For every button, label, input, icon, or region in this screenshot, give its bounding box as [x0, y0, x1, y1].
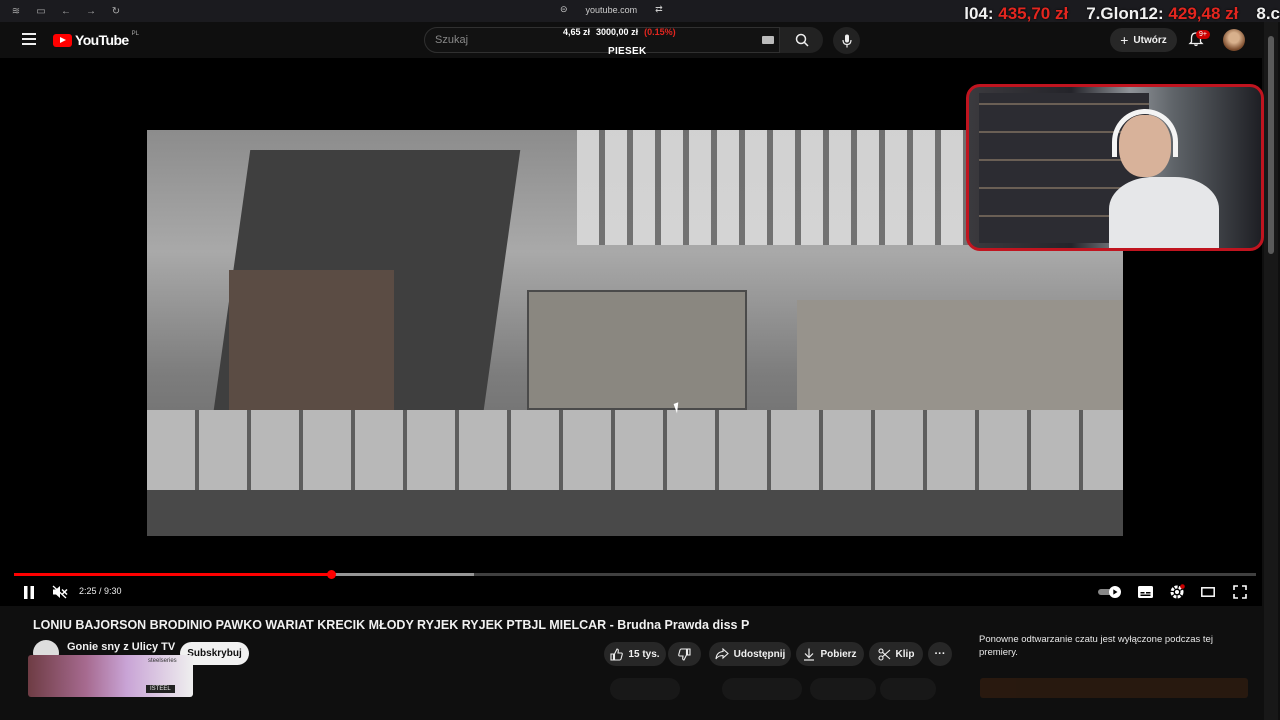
stream-overlay-ticker: l04: 435,70 zł 7.Glon12: 429,48 zł 8.c [964, 4, 1280, 24]
create-label: Utwórz [1133, 34, 1167, 46]
settings-button[interactable] [1168, 584, 1185, 600]
video-scene-wall [147, 410, 1123, 490]
video-scene-building-windows [577, 130, 977, 245]
share-label: Udostępnij [733, 648, 786, 660]
more-actions-button[interactable]: ··· [928, 642, 952, 666]
share-icon [715, 648, 729, 660]
overlay-caption: PIESEK [608, 46, 647, 57]
voice-search-button[interactable] [833, 27, 860, 54]
fullscreen-button[interactable] [1232, 584, 1248, 600]
tune-icon[interactable]: ⇄ [655, 4, 663, 15]
sidebar-toggle-icon[interactable]: ▭ [35, 5, 47, 17]
volume-muted-icon [52, 585, 68, 599]
account-avatar[interactable] [1223, 29, 1245, 51]
streamer-webcam [966, 84, 1264, 251]
price-overlay: 4,65 zł 3000,00 zł (0.15%) [563, 27, 676, 37]
ticker-entry-1: l04: 435,70 zł [964, 4, 1068, 24]
video-scene-yard [527, 290, 747, 410]
played-bar [14, 573, 332, 576]
scrollbar-thumb[interactable] [1268, 36, 1274, 254]
clip-label: Klip [895, 648, 915, 660]
back-icon[interactable]: ← [60, 5, 72, 17]
progress-bar[interactable] [14, 570, 1256, 579]
forward-icon[interactable]: → [85, 5, 97, 17]
youtube-logo[interactable]: YouTube PL [53, 31, 139, 48]
scrubber-knob[interactable] [327, 570, 337, 579]
ghost-pill [880, 678, 936, 700]
theater-mode-button[interactable] [1200, 584, 1216, 600]
like-count: 15 tys. [628, 648, 660, 660]
ticker-label-2: 7.Glon12: [1086, 4, 1164, 23]
theater-mode-icon [1201, 587, 1215, 597]
country-code: PL [131, 31, 139, 37]
price-change: (0.15%) [644, 27, 676, 37]
scissors-icon [877, 647, 890, 661]
ticker-value-2: 429,48 zł [1168, 4, 1239, 23]
address-bar[interactable]: youtube.com [586, 5, 638, 15]
fullscreen-icon [1233, 585, 1247, 599]
more-icon: ··· [934, 648, 946, 660]
channel-name[interactable]: Gonie sny z Ulicy TV [67, 641, 175, 653]
thumbs-down-icon [678, 647, 691, 661]
create-button[interactable]: + Utwórz [1110, 28, 1177, 52]
dislike-button[interactable] [668, 642, 701, 666]
webcam-person-body [1109, 177, 1219, 248]
ticker-entry-3: 8.c [1256, 4, 1280, 23]
like-button[interactable]: 15 tys. [604, 642, 666, 666]
video-title: LONIU BAJORSON BRODINIO PAWKO WARIAT KRE… [33, 618, 750, 632]
share-button[interactable]: Udostępnij [709, 642, 791, 666]
ghost-overlay-row [0, 676, 1262, 720]
video-scene-road [147, 490, 1123, 536]
autoplay-toggle[interactable] [1098, 584, 1122, 600]
reload-icon[interactable]: ↻ [110, 5, 122, 17]
ticker-value-1: 435,70 zł [998, 4, 1069, 23]
mute-button[interactable] [51, 584, 68, 600]
search-icon [795, 33, 809, 47]
download-icon [804, 648, 815, 661]
plus-icon: + [1120, 32, 1129, 48]
ad-brand: steelseries [148, 658, 177, 664]
hamburger-menu-icon[interactable] [22, 33, 36, 45]
subtitles-button[interactable] [1137, 584, 1153, 600]
ghost-orange-bar [980, 678, 1248, 698]
ticker-label-1: l04: [964, 4, 994, 23]
youtube-play-icon [53, 33, 72, 47]
microphone-icon [841, 34, 852, 47]
ticker-entry-2: 7.Glon12: 429,48 zł [1086, 4, 1238, 24]
video-scene-brick-building [229, 270, 394, 410]
page-scrollbar[interactable] [1264, 22, 1278, 720]
logo-text: YouTube [75, 32, 129, 48]
download-label: Pobierz [820, 648, 857, 660]
thumbs-up-icon [610, 647, 624, 661]
ghost-pill [810, 678, 876, 700]
clip-button[interactable]: Klip [869, 642, 923, 666]
chat-replay-notice: Ponowne odtwarzanie czatu jest wyłączone… [979, 634, 1213, 658]
download-button[interactable]: Pobierz [796, 642, 864, 666]
price-current: 4,65 zł [563, 27, 591, 37]
time-display: 2:25 / 9:30 [79, 586, 122, 596]
search-button[interactable] [780, 27, 823, 53]
price-target: 3000,00 zł [596, 27, 639, 37]
pause-button[interactable] [22, 584, 36, 600]
pause-icon [24, 585, 34, 599]
browser-menu-icon[interactable]: ≋ [10, 5, 22, 17]
subtitles-icon [1137, 586, 1153, 598]
gear-icon [1170, 584, 1185, 599]
ghost-pill [722, 678, 802, 700]
keyboard-icon[interactable] [762, 36, 774, 44]
player-controls: 2:25 / 9:30 [0, 566, 1262, 606]
autoplay-toggle-icon [1098, 586, 1121, 598]
notification-badge: 9+ [1196, 30, 1210, 39]
link-icon: ⊝ [560, 4, 568, 14]
ghost-pill [610, 678, 680, 700]
